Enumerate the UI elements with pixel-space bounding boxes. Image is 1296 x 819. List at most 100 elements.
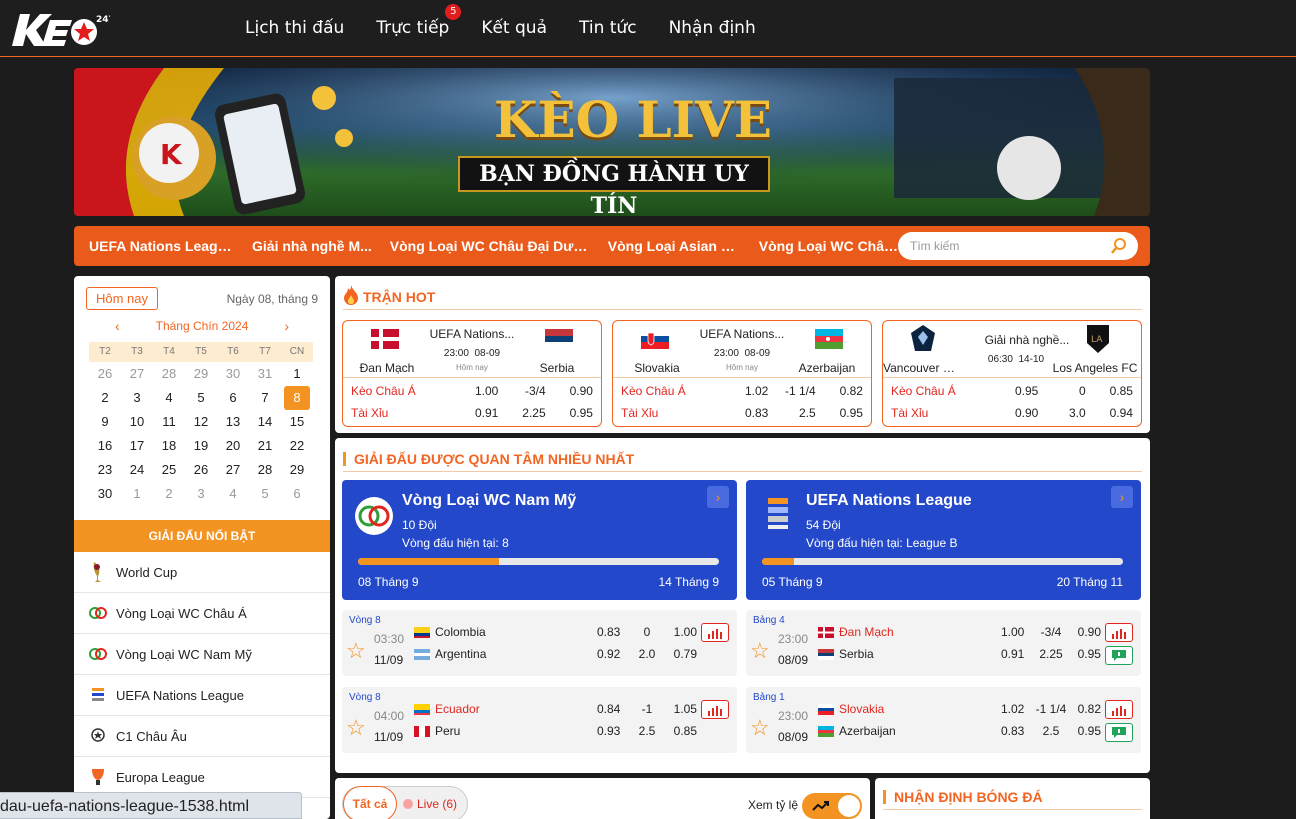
calendar-day[interactable]: 29 bbox=[281, 458, 313, 482]
show-odds-toggle[interactable] bbox=[802, 793, 862, 819]
star-icon[interactable]: ☆ bbox=[346, 715, 366, 741]
search-input[interactable]: Tìm kiếm bbox=[898, 232, 1138, 260]
calendar-day[interactable]: 26 bbox=[89, 362, 121, 386]
prev-month-icon[interactable]: ‹ bbox=[115, 318, 120, 334]
calendar-day[interactable]: 13 bbox=[217, 410, 249, 434]
star-icon[interactable]: ☆ bbox=[346, 638, 366, 664]
calendar-day[interactable]: 10 bbox=[121, 410, 153, 434]
league-item-wc-asia[interactable]: Vòng Loại WC Châu Á bbox=[74, 593, 330, 634]
hot-matches-panel: TRẬN HOT UEFA Nations... 23:00 08-09 Hôm… bbox=[335, 276, 1150, 433]
stats-chart-icon[interactable] bbox=[1105, 623, 1133, 642]
calendar-day[interactable]: 20 bbox=[217, 434, 249, 458]
calendar-day[interactable]: 26 bbox=[185, 458, 217, 482]
nav-results[interactable]: Kết quả bbox=[481, 18, 547, 38]
match-row[interactable]: Bảng 4 ☆ 23:00 08/09 Đan Mạch Serbia 1.0… bbox=[746, 610, 1141, 676]
calendar-day[interactable]: 7 bbox=[249, 386, 281, 410]
prediction-chat-icon[interactable] bbox=[1105, 646, 1133, 665]
calendar-day[interactable]: 19 bbox=[185, 434, 217, 458]
calendar-day[interactable]: 27 bbox=[217, 458, 249, 482]
match-row[interactable]: Vòng 8 ☆ 03:30 11/09 Colombia Argentina … bbox=[342, 610, 737, 676]
match-row[interactable]: Bảng 1 ☆ 23:00 08/09 Slovakia Azerbaijan… bbox=[746, 687, 1141, 753]
calendar-day[interactable]: 5 bbox=[249, 482, 281, 506]
calendar-day[interactable]: 18 bbox=[153, 434, 185, 458]
calendar-day[interactable]: 6 bbox=[217, 386, 249, 410]
filter-all-tab[interactable]: Tất cả bbox=[343, 786, 397, 819]
ticker-link[interactable]: Vòng Loại WC Châu Đại Dươn... bbox=[390, 238, 590, 254]
home-team: Colombia bbox=[435, 625, 486, 639]
kickoff-time: 23:00 bbox=[778, 709, 809, 723]
calendar-day[interactable]: 24 bbox=[121, 458, 153, 482]
calendar-day[interactable]: 30 bbox=[217, 362, 249, 386]
calendar-day[interactable]: 3 bbox=[185, 482, 217, 506]
calendar-day[interactable]: 2 bbox=[89, 386, 121, 410]
ticker-link[interactable]: Vòng Loại Asian Cu... bbox=[608, 238, 741, 254]
league-item-world-cup[interactable]: World Cup bbox=[74, 552, 330, 593]
calendar-day[interactable]: 12 bbox=[185, 410, 217, 434]
calendar-day[interactable]: 1 bbox=[281, 362, 313, 386]
season-progress-bar bbox=[358, 558, 719, 565]
today-button[interactable]: Hôm nay bbox=[86, 287, 159, 310]
handicap-label: Kèo Châu Á bbox=[351, 384, 416, 398]
calendar-day[interactable]: 29 bbox=[185, 362, 217, 386]
calendar-day[interactable]: 6 bbox=[281, 482, 313, 506]
tournament-card[interactable]: UEFA Nations League 54 Đội Vòng đấu hiện… bbox=[746, 480, 1141, 600]
nav-news[interactable]: Tin tức bbox=[579, 18, 637, 38]
stats-chart-icon[interactable] bbox=[1105, 700, 1133, 719]
calendar-day[interactable]: 1 bbox=[121, 482, 153, 506]
stats-chart-icon[interactable] bbox=[701, 700, 729, 719]
colombia-flag-icon bbox=[414, 626, 430, 638]
nations-league-logo-icon bbox=[768, 498, 788, 529]
calendar-day[interactable]: 9 bbox=[89, 410, 121, 434]
calendar-day[interactable]: 15 bbox=[281, 410, 313, 434]
calendar-day[interactable]: 17 bbox=[121, 434, 153, 458]
league-item-champions-league[interactable]: C1 Châu Âu bbox=[74, 716, 330, 757]
calendar-day[interactable]: 16 bbox=[89, 434, 121, 458]
star-icon[interactable]: ☆ bbox=[750, 638, 770, 664]
calendar-day[interactable]: 11 bbox=[153, 410, 185, 434]
nav-predictions[interactable]: Nhận định bbox=[669, 18, 756, 38]
hot-match-card[interactable]: UEFA Nations... 23:00 08-09 Hôm nay Đan … bbox=[342, 320, 602, 427]
ticker-link[interactable]: UEFA Nations Leagu... bbox=[89, 238, 234, 254]
kickoff-date: 08-09 bbox=[474, 348, 501, 359]
calendar-day[interactable]: 27 bbox=[121, 362, 153, 386]
next-month-icon[interactable]: › bbox=[284, 318, 289, 334]
match-row[interactable]: Vòng 8 ☆ 04:00 11/09 Ecuador Peru 0.84 -1… bbox=[342, 687, 737, 753]
filter-live-tab[interactable]: Live (6) bbox=[403, 797, 457, 811]
calendar-day[interactable]: 21 bbox=[249, 434, 281, 458]
league-item-nations-league[interactable]: UEFA Nations League bbox=[74, 675, 330, 716]
chevron-right-icon[interactable]: › bbox=[1111, 486, 1133, 508]
ticker-link[interactable]: Vòng Loại WC Châu ... bbox=[759, 238, 899, 254]
odds-value: 0.92 bbox=[597, 647, 621, 661]
calendar-day[interactable]: 28 bbox=[249, 458, 281, 482]
calendar-day[interactable]: 3 bbox=[121, 386, 153, 410]
hot-match-card[interactable]: LA Giải nhà nghề... 06:30 14-10 Vancouve… bbox=[882, 320, 1142, 427]
start-date: 05 Tháng 9 bbox=[762, 575, 823, 589]
nav-live[interactable]: Trực tiếp 5 bbox=[376, 4, 462, 38]
calendar-day-selected[interactable]: 8 bbox=[281, 386, 313, 410]
odds-value: 0.82 bbox=[839, 384, 863, 398]
prediction-chat-icon[interactable] bbox=[1105, 723, 1133, 742]
tournament-card[interactable]: Vòng Loại WC Nam Mỹ 10 Đội Vòng đấu hiện… bbox=[342, 480, 737, 600]
calendar-day[interactable]: 31 bbox=[249, 362, 281, 386]
search-icon[interactable] bbox=[1110, 237, 1128, 265]
calendar-day[interactable]: 22 bbox=[281, 434, 313, 458]
calendar-day[interactable]: 28 bbox=[153, 362, 185, 386]
calendar-day[interactable]: 2 bbox=[153, 482, 185, 506]
chevron-right-icon[interactable]: › bbox=[707, 486, 729, 508]
odds-value: 0.79 bbox=[673, 647, 697, 661]
calendar-day[interactable]: 4 bbox=[217, 482, 249, 506]
calendar-day[interactable]: 4 bbox=[153, 386, 185, 410]
calendar-day[interactable]: 25 bbox=[153, 458, 185, 482]
calendar-day[interactable]: 30 bbox=[89, 482, 121, 506]
calendar-day[interactable]: 5 bbox=[185, 386, 217, 410]
calendar-day[interactable]: 14 bbox=[249, 410, 281, 434]
stats-chart-icon[interactable] bbox=[701, 623, 729, 642]
league-item-wc-south-america[interactable]: Vòng Loại WC Nam Mỹ bbox=[74, 634, 330, 675]
star-icon[interactable]: ☆ bbox=[750, 715, 770, 741]
calendar-day[interactable]: 23 bbox=[89, 458, 121, 482]
promo-banner[interactable]: K KÈO LIVE BẠN ĐỒNG HÀNH UY TÍN bbox=[74, 68, 1150, 216]
site-logo[interactable]: 247 bbox=[10, 8, 115, 50]
nav-schedule[interactable]: Lịch thi đấu bbox=[245, 18, 344, 38]
ticker-link[interactable]: Giải nhà nghề M... bbox=[252, 238, 372, 254]
hot-match-card[interactable]: UEFA Nations... 23:00 08-09 Hôm nay Slov… bbox=[612, 320, 872, 427]
